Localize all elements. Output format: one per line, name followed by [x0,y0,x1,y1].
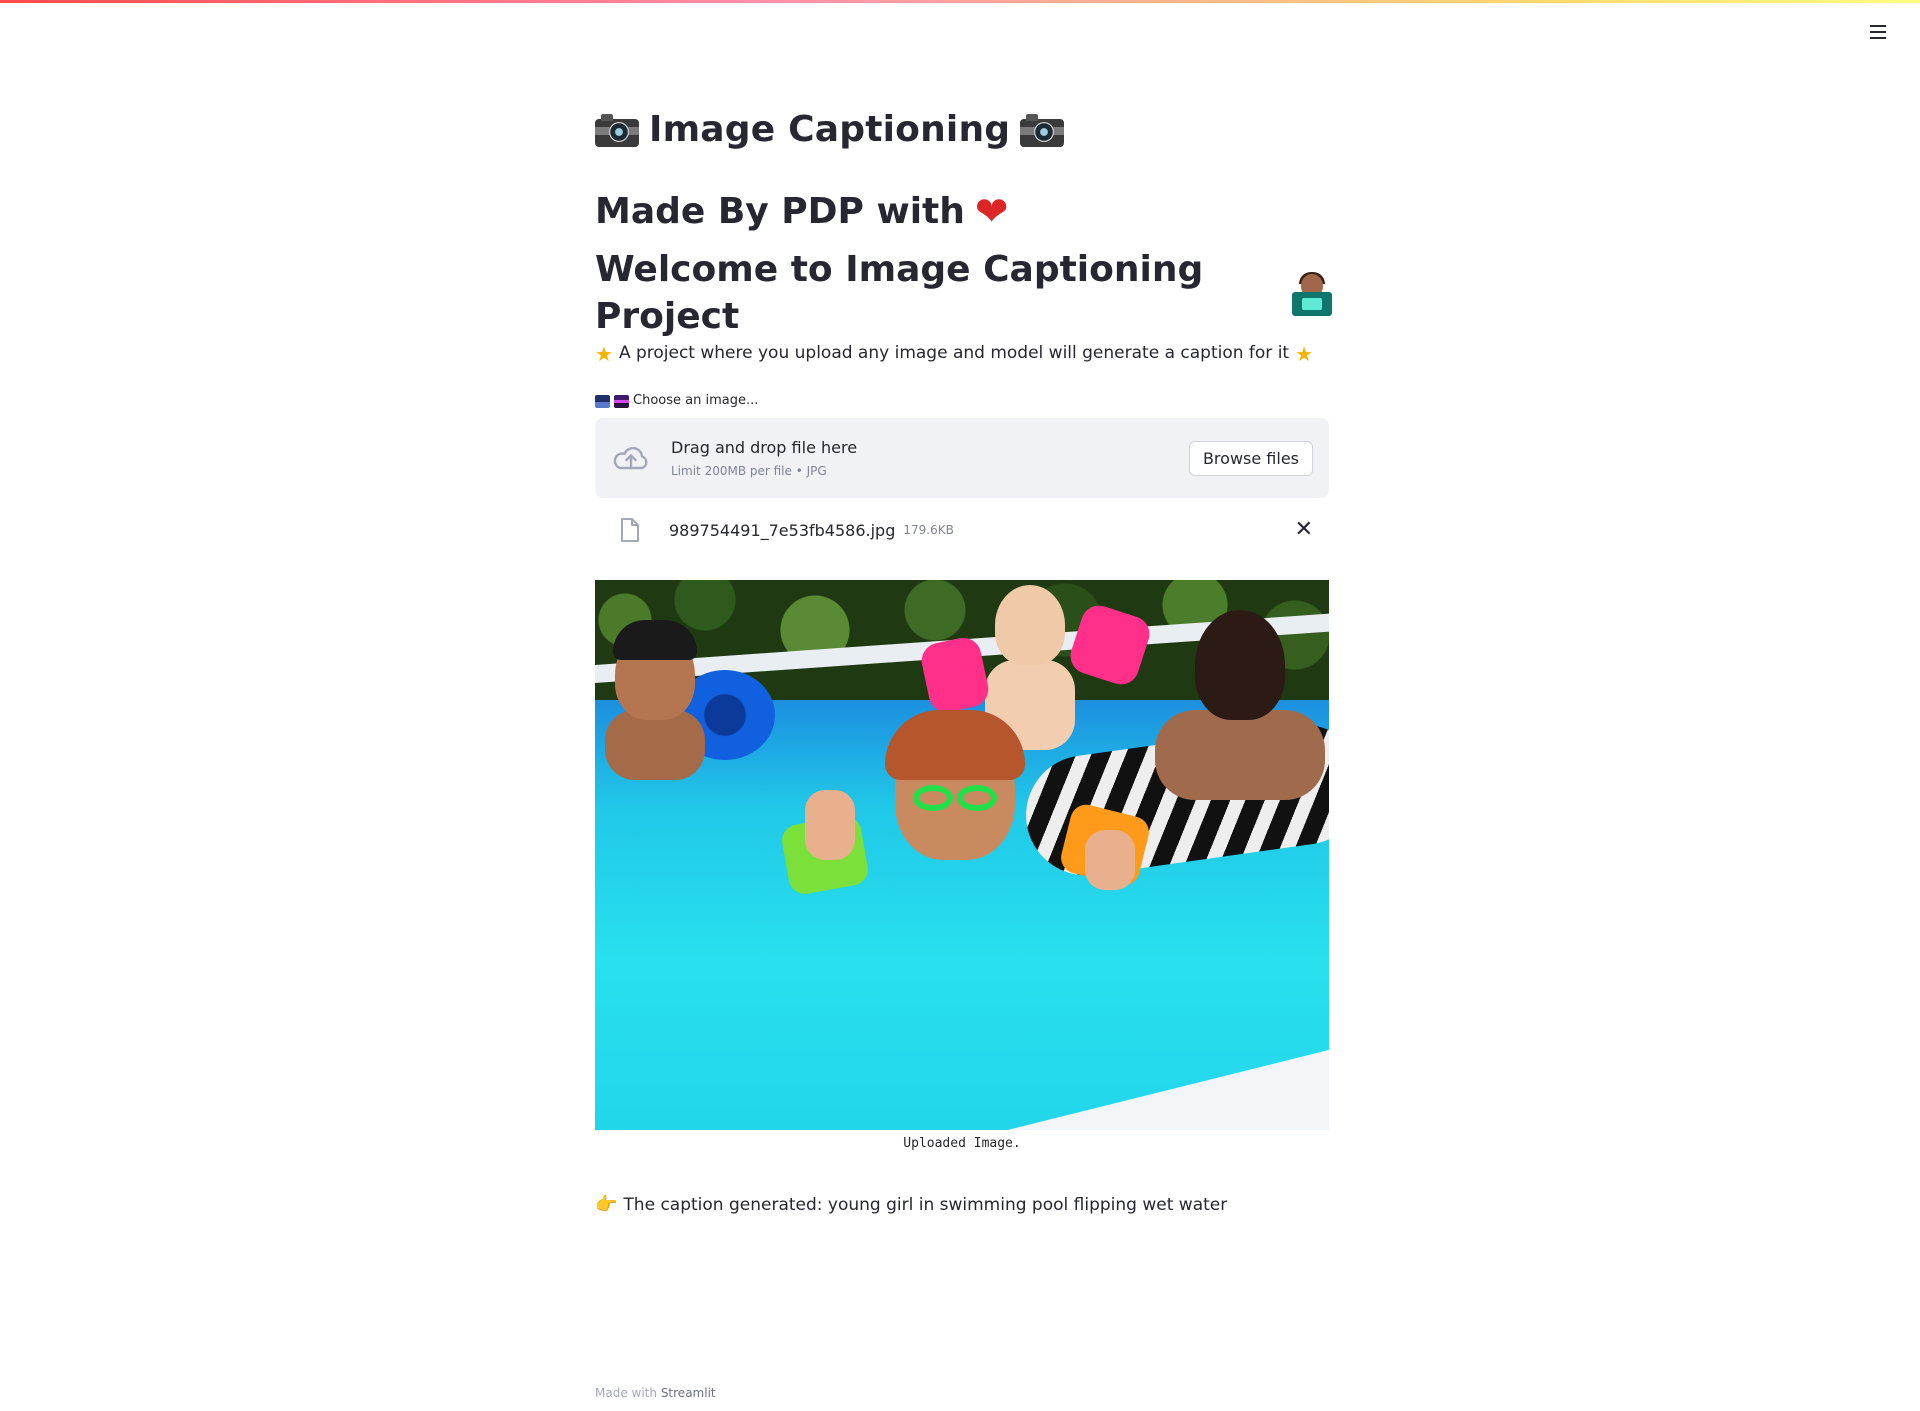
uploader-label-text: Choose an image... [633,393,759,408]
page-subtitle-text: Made By PDP with [595,190,965,232]
star-icon: ★ [595,342,613,366]
main-content: Image Captioning Made By PDP with ❤ Welc… [595,100,1332,1220]
project-description-text: A project where you upload any image and… [618,343,1290,364]
footer-prefix: Made with [595,1386,657,1400]
uploaded-file-row: 989754491_7e53fb4586.jpg 179.6KB ✕ [595,510,1329,550]
generated-caption: 👉 The caption generated: young girl in s… [595,1191,1329,1220]
heart-icon: ❤ [974,189,1009,235]
page-subtitle: Made By PDP with ❤ [595,182,1329,242]
file-dropzone[interactable]: Drag and drop file here Limit 200MB per … [595,418,1329,499]
page-title-text: Image Captioning [649,108,1011,150]
dropzone-instructions: Drag and drop file here Limit 200MB per … [671,436,1189,480]
close-icon[interactable]: ✕ [1295,519,1313,541]
cityscape-dusk-icon [614,394,629,408]
page-title: Image Captioning [595,100,1329,160]
footer-streamlit-link[interactable]: Streamlit [661,1386,716,1400]
camera-icon [1020,113,1065,147]
technologist-icon [1290,272,1332,316]
browse-files-button[interactable]: Browse files [1188,440,1313,476]
top-decoration-bar [0,0,1920,3]
project-description: ★ A project where you upload any image a… [595,338,1329,370]
star-icon: ★ [1295,342,1314,366]
camera-icon [595,113,639,147]
dropzone-limit-text: Limit 200MB per file • JPG [671,464,827,479]
night-city-icon [595,394,610,408]
image-caption: Uploaded Image. [903,1136,1021,1152]
file-name: 989754491_7e53fb4586.jpg [669,520,896,540]
generated-caption-text: The caption generated: young girl in swi… [623,1194,1228,1215]
file-size: 179.6KB [903,523,954,538]
dropzone-drag-text: Drag and drop file here [671,438,858,458]
footer: Made with Streamlit [595,1386,716,1400]
welcome-heading-text: Welcome to Image Captioning Project [595,249,1204,337]
uploaded-image [595,580,1329,1131]
welcome-heading: Welcome to Image Captioning Project [595,249,1332,337]
pointing-right-icon: 👉 [595,1194,618,1216]
file-icon [621,518,639,543]
cloud-upload-icon [613,447,648,470]
hamburger-menu-icon[interactable] [1866,20,1890,44]
uploader-label: Choose an image... [595,392,1329,410]
